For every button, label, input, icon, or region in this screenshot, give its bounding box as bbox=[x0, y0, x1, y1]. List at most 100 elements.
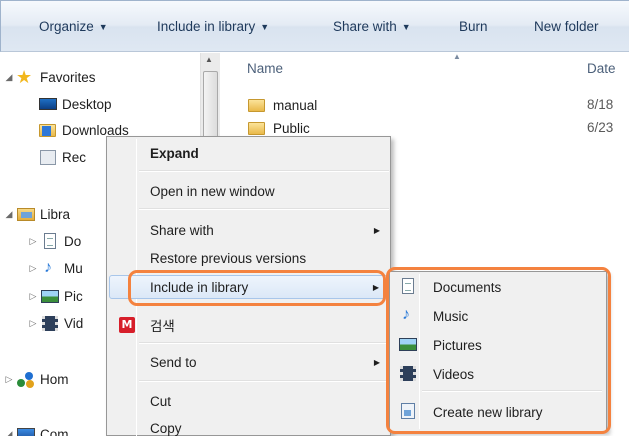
nav-label: Vid bbox=[64, 315, 84, 331]
menu-separator bbox=[139, 170, 389, 172]
sort-ascending-icon: ▲ bbox=[453, 52, 461, 61]
create-library-icon bbox=[398, 402, 418, 422]
computer-icon bbox=[16, 425, 36, 436]
menu-item-label: Expand bbox=[150, 145, 199, 161]
menu-separator bbox=[422, 390, 602, 392]
nav-item-favorites[interactable]: ◢ ★ Favorites bbox=[2, 66, 96, 88]
submenu-item-pictures[interactable]: Pictures bbox=[392, 332, 604, 358]
menu-item-label: Include in library bbox=[150, 279, 249, 295]
pictures-library-icon bbox=[398, 335, 418, 355]
menu-separator bbox=[139, 380, 389, 382]
dropdown-caret-icon: ▼ bbox=[260, 22, 270, 32]
menu-item-include-in-library[interactable]: Include in library ▶ bbox=[109, 275, 388, 299]
star-icon: ★ bbox=[16, 67, 33, 87]
expand-arrow-icon[interactable]: ▷ bbox=[2, 374, 16, 385]
organize-button[interactable]: Organize ▼ bbox=[39, 19, 108, 34]
context-menu: Expand Open in new window Share with ▶ R… bbox=[106, 136, 391, 436]
menu-item-share-with[interactable]: Share with ▶ bbox=[109, 218, 388, 242]
nav-label: Pic bbox=[64, 288, 83, 304]
expand-arrow-icon[interactable]: ▷ bbox=[26, 318, 40, 329]
include-in-library-button[interactable]: Include in library ▼ bbox=[157, 19, 269, 34]
search-app-icon: M bbox=[119, 317, 135, 333]
file-date: 8/18 bbox=[587, 97, 614, 112]
menu-item-label: 검색 bbox=[150, 319, 175, 334]
documents-icon bbox=[40, 232, 60, 250]
menu-item-label: Copy bbox=[150, 420, 182, 436]
nav-item-homegroup[interactable]: ▷ Hom bbox=[2, 368, 69, 390]
nav-item-libraries[interactable]: ◢ Libra bbox=[2, 203, 71, 225]
menu-item-label: Videos bbox=[433, 366, 475, 382]
file-row[interactable]: manual bbox=[247, 95, 317, 115]
menu-item-expand[interactable]: Expand bbox=[109, 141, 388, 165]
dropdown-caret-icon: ▼ bbox=[401, 22, 411, 32]
collapse-arrow-icon[interactable]: ◢ bbox=[2, 209, 16, 220]
collapse-arrow-icon[interactable]: ◢ bbox=[2, 429, 16, 436]
menu-item-send-to[interactable]: Send to ▶ bbox=[109, 350, 388, 374]
menu-item-label: Send to bbox=[150, 354, 197, 370]
menu-item-label: Create new library bbox=[433, 404, 543, 420]
recent-places-icon bbox=[38, 148, 58, 166]
menu-item-label: Documents bbox=[433, 279, 502, 295]
share-with-button[interactable]: Share with ▼ bbox=[333, 19, 411, 34]
nav-label: Desktop bbox=[62, 96, 112, 112]
videos-library-icon bbox=[398, 364, 418, 384]
locked-folder-icon bbox=[247, 96, 267, 114]
videos-icon bbox=[40, 314, 60, 332]
nav-label: Mu bbox=[64, 260, 83, 276]
nav-item-recent-places[interactable]: Rec bbox=[38, 146, 86, 168]
nav-item-music[interactable]: ▷ ♪ Mu bbox=[26, 257, 83, 279]
menu-item-label: Open in new window bbox=[150, 183, 275, 199]
nav-item-computer[interactable]: ◢ Com bbox=[2, 423, 69, 436]
menu-separator bbox=[139, 208, 389, 210]
folder-icon bbox=[247, 119, 267, 137]
submenu-arrow-icon: ▶ bbox=[373, 225, 380, 235]
submenu-item-create-new-library[interactable]: Create new library bbox=[392, 399, 604, 425]
downloads-folder-icon bbox=[38, 121, 58, 139]
submenu-item-videos[interactable]: Videos bbox=[392, 361, 604, 387]
include-in-library-submenu: Documents ♪ Music Pictures Videos Create… bbox=[389, 271, 607, 432]
file-name: Public bbox=[273, 120, 310, 136]
menu-item-search[interactable]: M 검색 bbox=[109, 313, 388, 337]
file-name: manual bbox=[273, 97, 318, 113]
nav-item-desktop[interactable]: Desktop bbox=[38, 93, 112, 115]
submenu-item-documents[interactable]: Documents bbox=[392, 274, 604, 300]
menu-item-open-new-window[interactable]: Open in new window bbox=[109, 179, 388, 203]
nav-label: Do bbox=[64, 233, 82, 249]
menu-item-copy[interactable]: Copy bbox=[109, 416, 388, 436]
share-with-label: Share with bbox=[333, 19, 397, 34]
menu-item-label: Pictures bbox=[433, 337, 482, 353]
menu-item-label: Share with bbox=[150, 222, 214, 238]
nav-label: Rec bbox=[62, 149, 87, 165]
submenu-arrow-icon: ▶ bbox=[373, 357, 380, 367]
homegroup-icon bbox=[16, 370, 36, 388]
scroll-up-arrow-icon[interactable]: ▲ bbox=[205, 55, 213, 64]
include-in-library-label: Include in library bbox=[157, 19, 256, 34]
collapse-arrow-icon[interactable]: ◢ bbox=[2, 72, 16, 83]
submenu-arrow-icon: ▶ bbox=[372, 282, 379, 292]
nav-item-documents[interactable]: ▷ Do bbox=[26, 230, 81, 252]
new-folder-button[interactable]: New folder bbox=[534, 19, 599, 34]
menu-item-label: Music bbox=[433, 308, 469, 324]
submenu-item-music[interactable]: ♪ Music bbox=[392, 303, 604, 329]
menu-item-label: Restore previous versions bbox=[150, 250, 307, 266]
file-row[interactable]: Public bbox=[247, 118, 310, 138]
expand-arrow-icon[interactable]: ▷ bbox=[26, 291, 40, 302]
menu-item-label: Cut bbox=[150, 393, 172, 409]
menu-item-cut[interactable]: Cut bbox=[109, 389, 388, 413]
expand-arrow-icon[interactable]: ▷ bbox=[26, 263, 40, 274]
dropdown-caret-icon: ▼ bbox=[98, 22, 108, 32]
column-header-date[interactable]: Date bbox=[587, 61, 616, 76]
nav-item-videos[interactable]: ▷ Vid bbox=[26, 312, 83, 334]
desktop-icon bbox=[38, 95, 58, 113]
file-date: 6/23 bbox=[587, 120, 614, 135]
menu-separator bbox=[139, 342, 389, 344]
libraries-icon bbox=[16, 205, 36, 223]
expand-arrow-icon[interactable]: ▷ bbox=[26, 236, 40, 247]
command-bar: Organize ▼ Include in library ▼ Share with… bbox=[0, 0, 629, 52]
nav-label: Com bbox=[40, 426, 69, 436]
column-header-name[interactable]: Name bbox=[247, 61, 283, 76]
burn-button[interactable]: Burn bbox=[459, 19, 488, 34]
nav-item-pictures[interactable]: ▷ Pic bbox=[26, 285, 83, 307]
menu-item-restore-previous-versions[interactable]: Restore previous versions bbox=[109, 246, 388, 270]
organize-label: Organize bbox=[39, 19, 94, 34]
